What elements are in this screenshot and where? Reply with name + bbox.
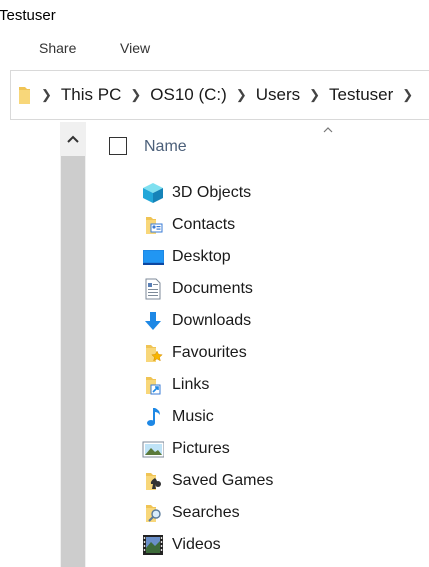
- chevron-right-icon[interactable]: ❯: [230, 87, 253, 103]
- chevron-right-icon[interactable]: ❯: [124, 87, 147, 103]
- list-item[interactable]: Searches: [142, 500, 240, 526]
- window-title: Testuser: [0, 7, 56, 24]
- list-item[interactable]: Documents: [142, 276, 253, 302]
- scrollbar-thumb[interactable]: [61, 156, 85, 567]
- favourites-folder-icon: [142, 342, 164, 364]
- chevron-right-icon[interactable]: ❯: [35, 87, 58, 103]
- list-item[interactable]: Music: [142, 404, 214, 430]
- list-item[interactable]: Saved Games: [142, 468, 273, 494]
- videos-icon: [142, 534, 164, 556]
- scroll-up-button[interactable]: [60, 122, 86, 156]
- list-item[interactable]: Videos: [142, 532, 221, 558]
- breadcrumb-os10-c[interactable]: OS10 (C:): [147, 85, 230, 105]
- breadcrumb-this-pc[interactable]: This PC: [58, 85, 124, 105]
- list-item[interactable]: Contacts: [142, 212, 235, 238]
- list-item[interactable]: 3D Objects: [142, 180, 251, 206]
- list-item[interactable]: Links: [142, 372, 209, 398]
- music-icon: [142, 406, 164, 428]
- list-item[interactable]: Downloads: [142, 308, 251, 334]
- address-bar[interactable]: ❯ This PC ❯ OS10 (C:) ❯ Users ❯ Testuser…: [10, 70, 429, 120]
- chevron-right-icon[interactable]: ❯: [396, 87, 419, 103]
- list-item[interactable]: Pictures: [142, 436, 230, 462]
- name-column-header[interactable]: Name: [144, 138, 187, 156]
- documents-icon: [142, 278, 164, 300]
- 3d-objects-icon: [142, 182, 164, 204]
- desktop-icon: [142, 246, 164, 268]
- breadcrumb-users[interactable]: Users: [253, 85, 303, 105]
- searches-folder-icon: [142, 502, 164, 524]
- list-item[interactable]: Desktop: [142, 244, 231, 270]
- list-item[interactable]: Favourites: [142, 340, 247, 366]
- breadcrumb-testuser[interactable]: Testuser: [326, 85, 396, 105]
- saved-games-folder-icon: [142, 470, 164, 492]
- sort-ascending-icon: [321, 122, 335, 140]
- contacts-folder-icon: [142, 214, 164, 236]
- links-folder-icon: [142, 374, 164, 396]
- pictures-icon: [142, 438, 165, 460]
- downloads-icon: [142, 310, 164, 332]
- chevron-right-icon[interactable]: ❯: [303, 87, 326, 103]
- ribbon-tab-share[interactable]: Share: [39, 40, 76, 56]
- chevron-up-icon: [67, 135, 79, 143]
- select-all-checkbox[interactable]: [109, 137, 127, 155]
- folder-icon: [18, 85, 31, 105]
- ribbon-tab-view[interactable]: View: [120, 40, 150, 56]
